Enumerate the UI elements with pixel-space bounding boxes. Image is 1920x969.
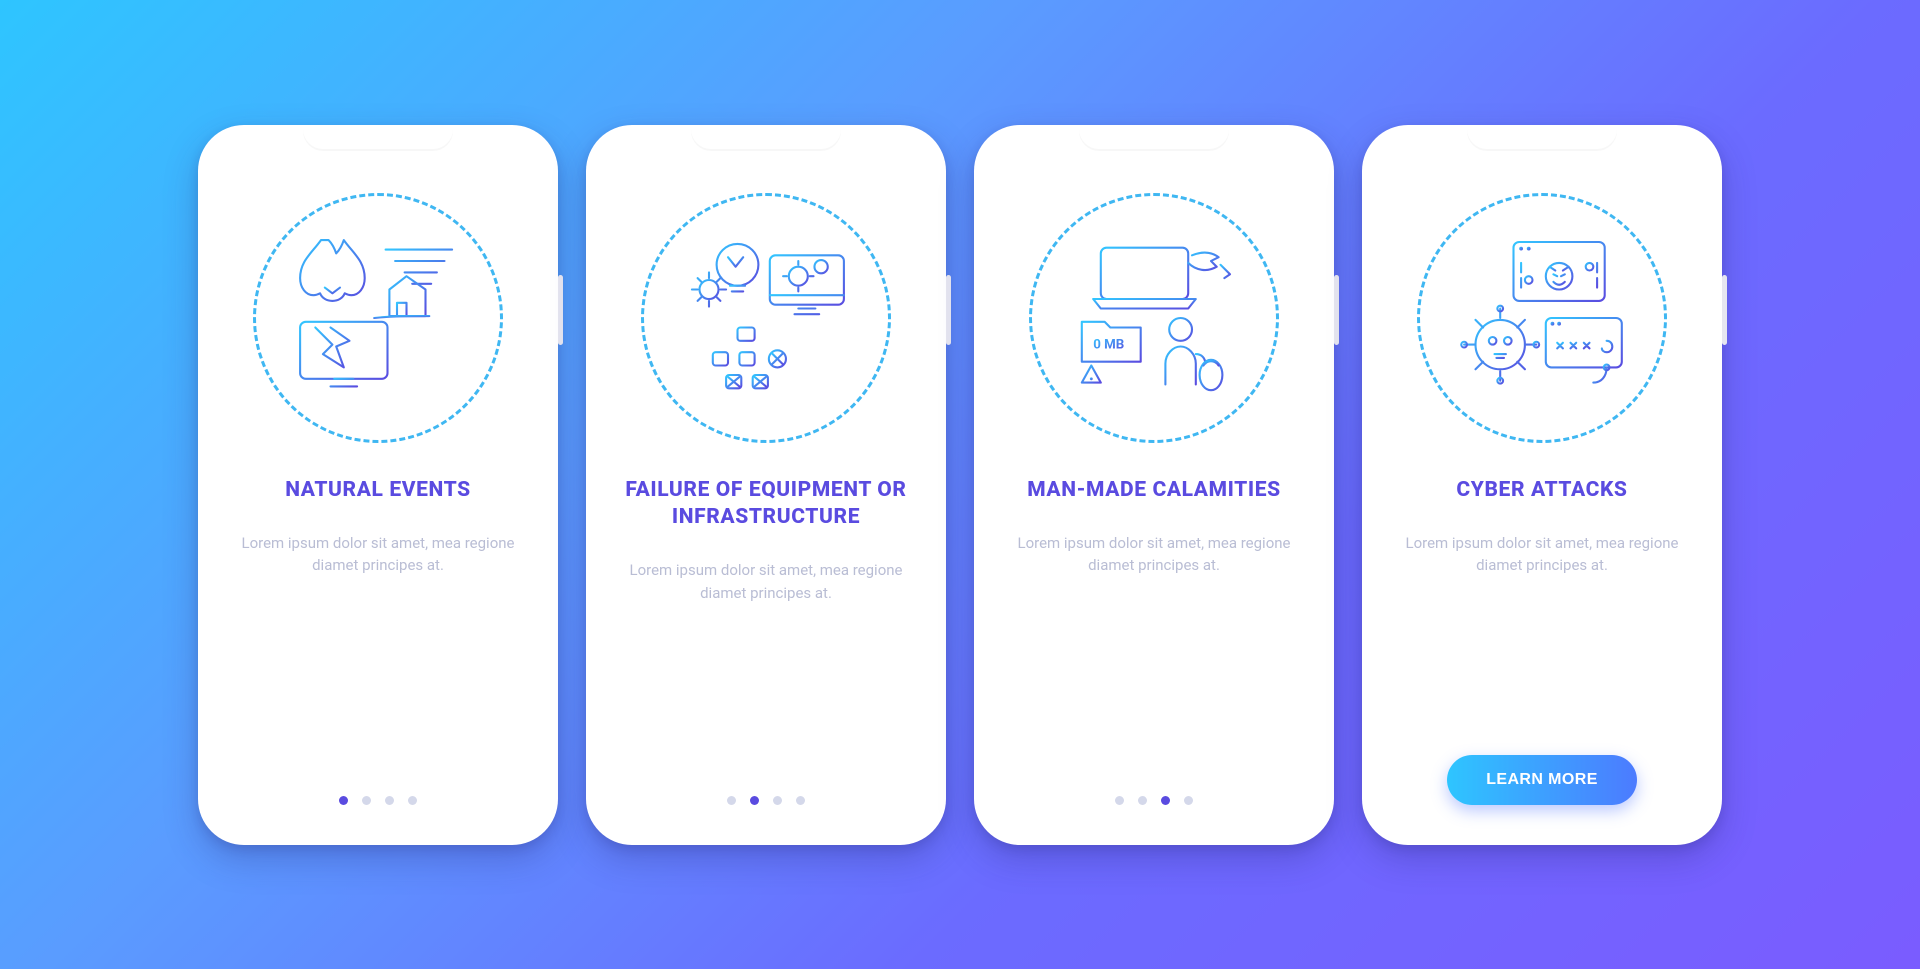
card-description: Lorem ipsum dolor sit amet, mea regione … — [232, 532, 524, 577]
pagination-dots — [1115, 796, 1193, 805]
cyber-attacks-icon — [1417, 193, 1667, 443]
pagination-dots — [339, 796, 417, 805]
card-title: CYBER ATTACKS — [1456, 477, 1627, 504]
page-dot[interactable] — [1184, 796, 1193, 805]
page-dot[interactable] — [385, 796, 394, 805]
onboarding-card-man-made: 0 MB MAN-MADE CALAMITIES Lorem ipsum dol… — [974, 125, 1334, 845]
pagination-dots — [727, 796, 805, 805]
man-made-calamities-icon: 0 MB — [1029, 193, 1279, 443]
page-dot[interactable] — [1115, 796, 1124, 805]
onboarding-card-equipment-failure: FAILURE OF EQUIPMENT OR INFRASTRUCTURE L… — [586, 125, 946, 845]
page-dot[interactable] — [1161, 796, 1170, 805]
card-description: Lorem ipsum dolor sit amet, mea regione … — [1396, 532, 1688, 577]
page-dot[interactable] — [408, 796, 417, 805]
onboarding-card-natural-events: NATURAL EVENTS Lorem ipsum dolor sit ame… — [198, 125, 558, 845]
page-dot[interactable] — [773, 796, 782, 805]
onboarding-card-cyber-attacks: CYBER ATTACKS Lorem ipsum dolor sit amet… — [1362, 125, 1722, 845]
page-dot[interactable] — [750, 796, 759, 805]
page-dot[interactable] — [1138, 796, 1147, 805]
equipment-failure-icon — [641, 193, 891, 443]
page-dot[interactable] — [362, 796, 371, 805]
card-title: MAN-MADE CALAMITIES — [1027, 477, 1281, 504]
card-title: NATURAL EVENTS — [285, 477, 471, 504]
page-dot[interactable] — [727, 796, 736, 805]
page-dot[interactable] — [796, 796, 805, 805]
card-description: Lorem ipsum dolor sit amet, mea regione … — [620, 559, 912, 604]
page-dot[interactable] — [339, 796, 348, 805]
card-description: Lorem ipsum dolor sit amet, mea regione … — [1008, 532, 1300, 577]
natural-events-icon — [253, 193, 503, 443]
onboarding-phone-row: NATURAL EVENTS Lorem ipsum dolor sit ame… — [148, 65, 1772, 905]
learn-more-button[interactable]: LEARN MORE — [1447, 755, 1637, 805]
card-title: FAILURE OF EQUIPMENT OR INFRASTRUCTURE — [620, 477, 912, 532]
zero-mb-label: 0 MB — [1093, 337, 1124, 352]
